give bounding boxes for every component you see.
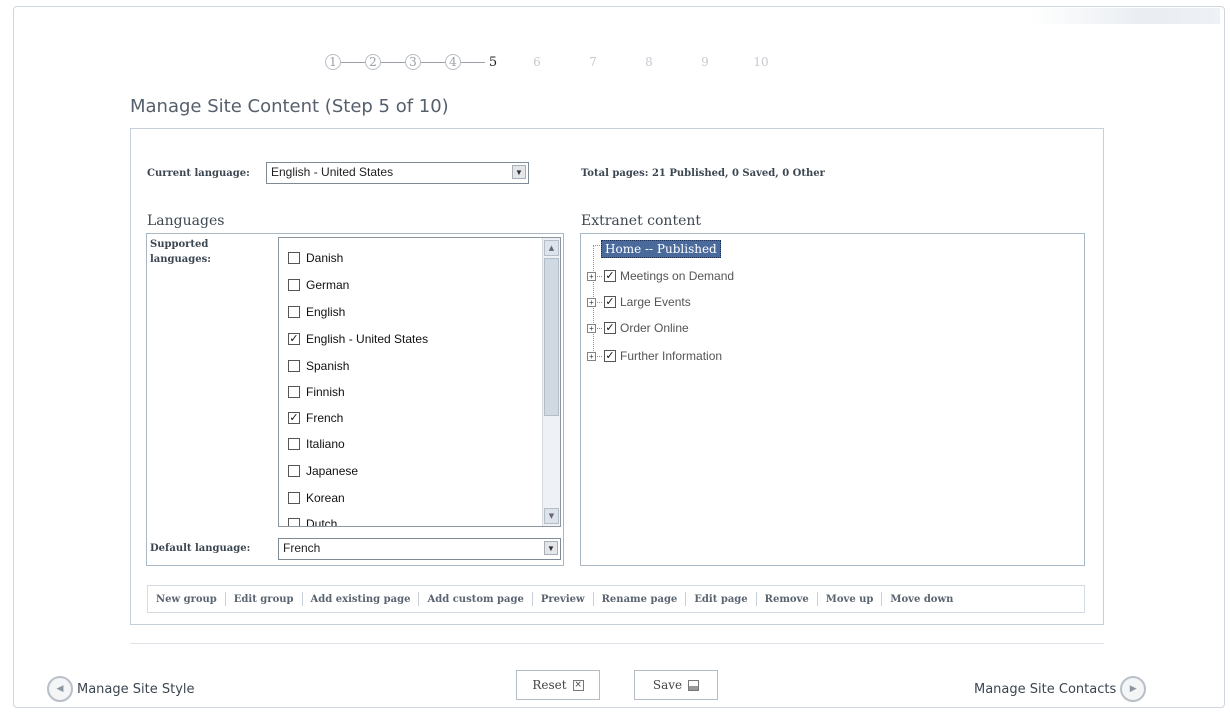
step-6: 6 bbox=[533, 55, 541, 69]
content-toolbar: New group Edit group Add existing page A… bbox=[147, 585, 1085, 613]
language-option-german[interactable]: German bbox=[288, 277, 349, 293]
next-step-link[interactable]: Manage Site Contacts ▶ bbox=[974, 676, 1147, 702]
total-pages-summary: Total pages: 21 Published, 0 Saved, 0 Ot… bbox=[581, 168, 825, 179]
tree-node-large-events[interactable]: + ✓ Large Events bbox=[587, 294, 691, 310]
step-5-current: 5 bbox=[488, 54, 498, 70]
default-language-select[interactable]: French ▼ bbox=[278, 538, 561, 560]
new-group-button[interactable]: New group bbox=[148, 594, 225, 605]
language-option-spanish[interactable]: Spanish bbox=[288, 358, 349, 374]
preview-button[interactable]: Preview bbox=[533, 594, 593, 605]
divider bbox=[130, 643, 1104, 644]
checkbox[interactable] bbox=[288, 360, 300, 372]
step-9: 9 bbox=[701, 55, 709, 69]
checkbox[interactable] bbox=[288, 252, 300, 264]
checkbox-checked[interactable]: ✓ bbox=[604, 296, 616, 308]
step-7: 7 bbox=[589, 55, 597, 69]
expand-plus-icon[interactable]: + bbox=[587, 271, 596, 281]
tree-node-further-info[interactable]: + ✓ Further Information bbox=[587, 348, 722, 364]
step-8: 8 bbox=[645, 55, 653, 69]
page-title: Manage Site Content (Step 5 of 10) bbox=[130, 96, 449, 117]
language-option-dutch[interactable]: Dutch bbox=[288, 516, 337, 526]
checkbox[interactable] bbox=[288, 306, 300, 318]
rename-page-button[interactable]: Rename page bbox=[594, 594, 686, 605]
checkbox[interactable] bbox=[288, 386, 300, 398]
checkbox-checked[interactable]: ✓ bbox=[604, 350, 616, 362]
checkbox[interactable] bbox=[288, 279, 300, 291]
add-existing-page-button[interactable]: Add existing page bbox=[303, 594, 419, 605]
language-option-french[interactable]: ✓ French bbox=[288, 410, 343, 426]
default-language-value: French bbox=[283, 541, 321, 555]
reset-x-icon: × bbox=[572, 679, 584, 691]
extranet-content-title: Extranet content bbox=[581, 213, 701, 229]
scroll-up-icon[interactable]: ▲ bbox=[544, 240, 559, 256]
step-connector bbox=[461, 61, 485, 63]
add-custom-page-button[interactable]: Add custom page bbox=[419, 594, 531, 605]
forward-arrow-icon[interactable]: ▶ bbox=[1120, 676, 1147, 702]
step-1[interactable]: 1 bbox=[325, 54, 341, 70]
checkbox[interactable] bbox=[288, 518, 300, 526]
expand-plus-icon[interactable]: + bbox=[587, 297, 596, 307]
save-button[interactable]: Save bbox=[634, 670, 718, 700]
step-connector bbox=[381, 61, 405, 63]
language-option-finnish[interactable]: Finnish bbox=[288, 384, 345, 400]
step-connector bbox=[421, 61, 445, 63]
scroll-down-icon[interactable]: ▼ bbox=[544, 508, 559, 524]
checkbox[interactable] bbox=[288, 438, 300, 450]
language-option-english[interactable]: English bbox=[288, 304, 345, 320]
tree-node-order-online[interactable]: + ✓ Order Online bbox=[587, 320, 689, 336]
edit-group-button[interactable]: Edit group bbox=[226, 594, 302, 605]
save-disk-icon bbox=[688, 679, 700, 691]
dropdown-arrow-icon[interactable]: ▼ bbox=[512, 165, 526, 179]
languages-scrollbar[interactable]: ▲ ▼ bbox=[542, 238, 560, 526]
step-2[interactable]: 2 bbox=[365, 54, 381, 70]
checkbox[interactable] bbox=[288, 492, 300, 504]
step-indicator: 1 2 3 4 5 6 7 8 9 10 bbox=[325, 52, 769, 72]
step-3[interactable]: 3 bbox=[405, 54, 421, 70]
step-10: 10 bbox=[753, 55, 769, 69]
tree-node-meetings[interactable]: + ✓ Meetings on Demand bbox=[587, 268, 734, 284]
expand-plus-icon[interactable]: + bbox=[587, 351, 596, 361]
language-option-korean[interactable]: Korean bbox=[288, 490, 345, 506]
remove-button[interactable]: Remove bbox=[757, 594, 817, 605]
back-arrow-icon[interactable]: ◀ bbox=[47, 676, 73, 702]
expand-plus-icon[interactable]: + bbox=[587, 323, 596, 333]
languages-title: Languages bbox=[147, 213, 225, 229]
language-option-english-us[interactable]: ✓ English - United States bbox=[288, 331, 428, 347]
step-4[interactable]: 4 bbox=[445, 54, 461, 70]
prev-step-link[interactable]: ◀ Manage Site Style bbox=[47, 676, 195, 702]
current-language-select[interactable]: English - United States ▼ bbox=[266, 162, 529, 184]
language-option-italiano[interactable]: Italiano bbox=[288, 436, 345, 452]
current-language-label: Current language: bbox=[147, 168, 250, 179]
move-up-button[interactable]: Move up bbox=[818, 594, 882, 605]
language-option-japanese[interactable]: Japanese bbox=[288, 463, 358, 479]
top-shade bbox=[1030, 8, 1220, 24]
step-connector bbox=[341, 61, 365, 63]
supported-languages-label: Supported languages: bbox=[150, 239, 211, 265]
language-option-danish[interactable]: Danish bbox=[288, 250, 343, 266]
scroll-thumb[interactable] bbox=[544, 258, 559, 416]
supported-languages-list[interactable]: Danish German English ✓ English - United … bbox=[278, 237, 561, 527]
default-language-label: Default language: bbox=[150, 543, 251, 554]
checkbox-checked[interactable]: ✓ bbox=[604, 322, 616, 334]
checkbox-checked[interactable]: ✓ bbox=[288, 412, 300, 424]
current-language-value: English - United States bbox=[271, 165, 394, 179]
move-down-button[interactable]: Move down bbox=[882, 594, 961, 605]
checkbox[interactable] bbox=[288, 465, 300, 477]
reset-button[interactable]: Reset × bbox=[516, 670, 600, 700]
dropdown-arrow-icon[interactable]: ▼ bbox=[544, 541, 558, 555]
tree-root-home[interactable]: Home -- Published bbox=[601, 240, 721, 258]
checkbox-checked[interactable]: ✓ bbox=[288, 333, 300, 345]
edit-page-button[interactable]: Edit page bbox=[686, 594, 755, 605]
checkbox-checked[interactable]: ✓ bbox=[604, 270, 616, 282]
